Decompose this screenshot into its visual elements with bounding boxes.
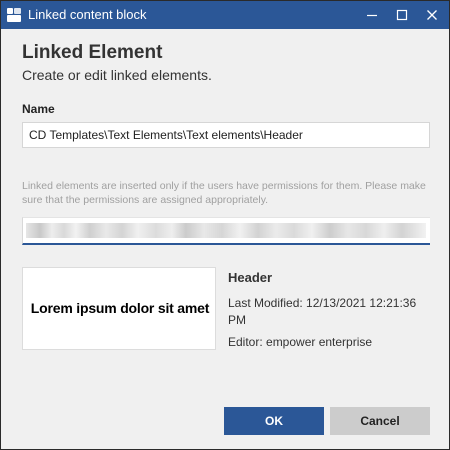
permissions-info-text: Linked elements are inserted only if the… [22, 180, 426, 206]
maximize-icon [396, 9, 408, 21]
last-modified-text: Last Modified: 12/13/2021 12:21:36 PM [228, 296, 417, 327]
ok-button[interactable]: OK [224, 407, 324, 435]
element-preview: Lorem ipsum dolor sit amet [22, 267, 216, 350]
window-title: Linked content block [28, 7, 147, 22]
preview-text: Lorem ipsum dolor sit amet [30, 300, 210, 316]
linked-element-path-field[interactable] [22, 217, 430, 245]
editor-text: Editor: empower enterprise [228, 335, 373, 349]
close-icon [426, 9, 438, 21]
cancel-button[interactable]: Cancel [330, 407, 430, 435]
dialog-heading: Linked Element [22, 42, 163, 63]
minimize-button[interactable] [357, 1, 387, 29]
element-title: Header [228, 270, 273, 285]
maximize-button[interactable] [387, 1, 417, 29]
app-icon [7, 8, 21, 22]
redacted-content [26, 223, 426, 238]
title-bar[interactable]: Linked content block [1, 1, 449, 29]
name-label: Name [22, 102, 55, 116]
minimize-icon [366, 9, 378, 21]
dialog-window: Linked content block Linked Element Crea… [0, 0, 450, 450]
name-input[interactable] [22, 122, 430, 148]
close-button[interactable] [417, 1, 447, 29]
dialog-subheading: Create or edit linked elements. [22, 67, 212, 83]
